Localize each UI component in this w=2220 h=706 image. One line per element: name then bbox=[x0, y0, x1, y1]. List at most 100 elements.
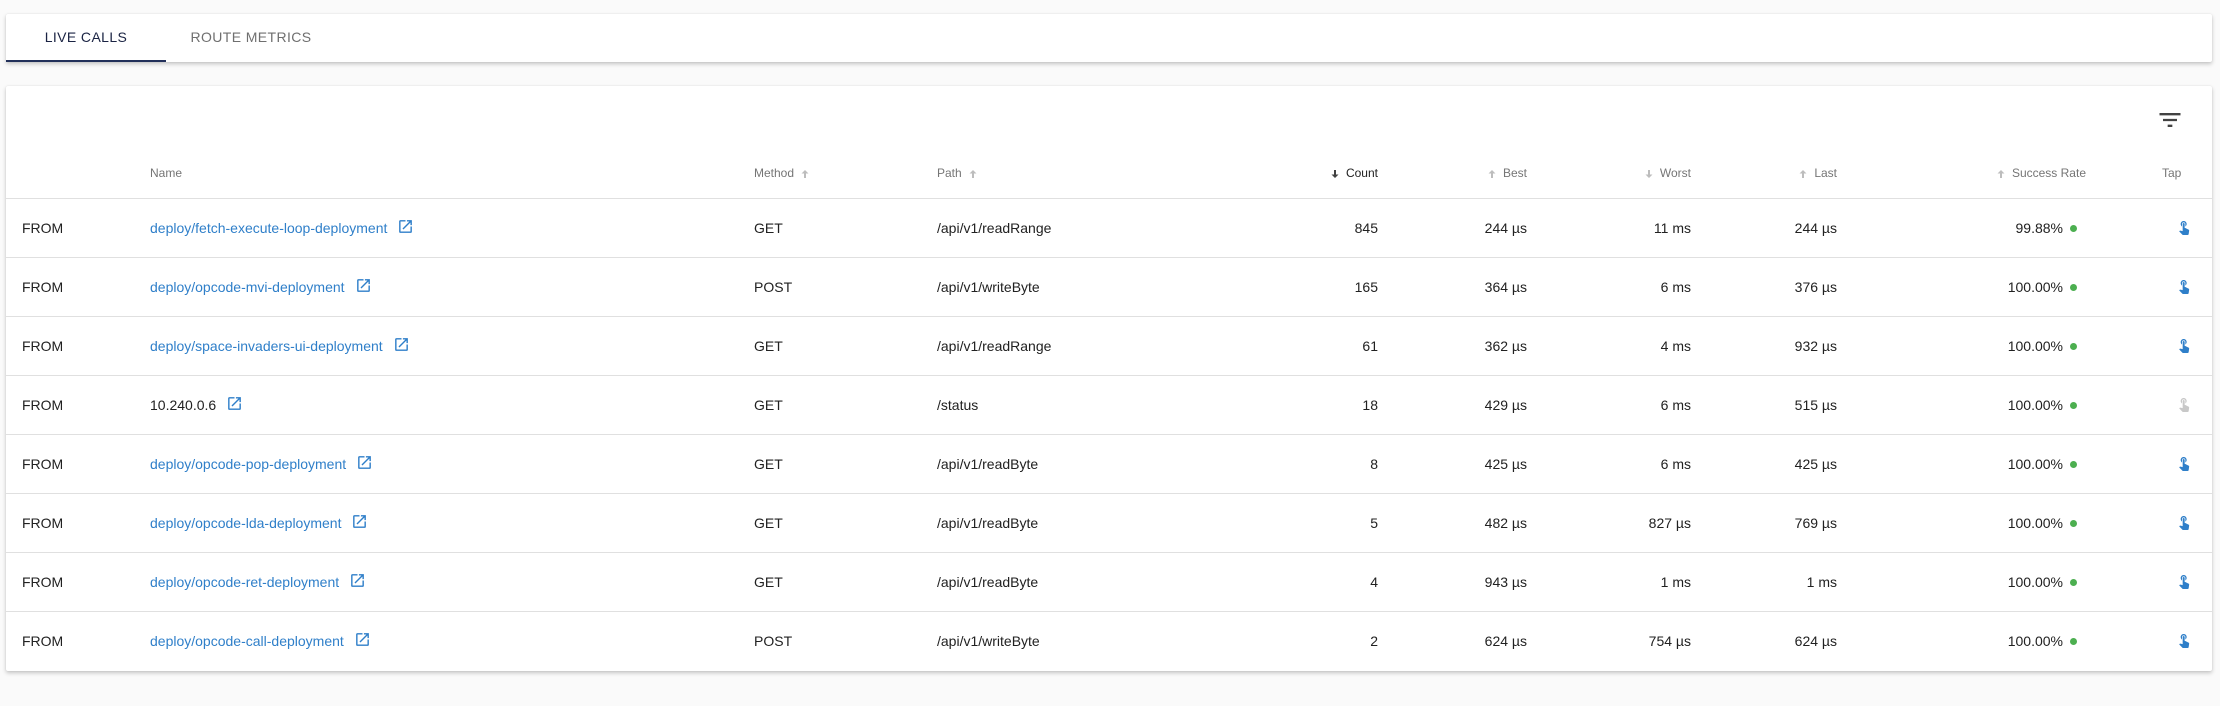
last-latency-cell: 1 ms bbox=[1806, 574, 1837, 590]
header-path[interactable]: Path bbox=[937, 159, 981, 199]
best-latency-cell: 362 µs bbox=[1484, 338, 1527, 354]
success-status-icon bbox=[2070, 578, 2077, 586]
best-latency-cell: 482 µs bbox=[1484, 515, 1527, 531]
direction-cell: FROM bbox=[22, 633, 64, 649]
open-in-new-icon[interactable] bbox=[393, 336, 410, 353]
path-cell: /api/v1/writeByte bbox=[937, 633, 1040, 649]
filter-icon[interactable] bbox=[2156, 106, 2184, 134]
tap-icon[interactable] bbox=[2176, 632, 2192, 648]
table-row: FROM deploy/opcode-ret-deployment GET/api/… bbox=[6, 553, 2212, 612]
direction-cell: FROM bbox=[22, 397, 64, 413]
best-latency-cell: 624 µs bbox=[1484, 633, 1527, 649]
method-cell: POST bbox=[754, 279, 793, 295]
resource-name[interactable]: deploy/opcode-pop-deployment bbox=[150, 456, 346, 472]
success-rate-cell: 100.00% bbox=[2008, 553, 2077, 611]
open-in-new-icon[interactable] bbox=[351, 513, 368, 530]
success-rate-value: 100.00% bbox=[2007, 279, 2063, 295]
count-cell: 8 bbox=[1370, 456, 1378, 472]
last-latency-cell: 425 µs bbox=[1794, 456, 1837, 472]
last-latency-cell: 376 µs bbox=[1794, 279, 1837, 295]
table-row: FROM deploy/opcode-mvi-deployment POST/api… bbox=[6, 258, 2212, 317]
success-status-icon bbox=[2070, 283, 2077, 291]
resource-name[interactable]: deploy/opcode-call-deployment bbox=[150, 633, 344, 649]
header-count[interactable]: Count bbox=[1327, 159, 1378, 199]
success-rate-cell: 99.88% bbox=[2016, 199, 2077, 257]
last-latency-cell: 932 µs bbox=[1794, 338, 1837, 354]
success-rate-cell: 100.00% bbox=[2008, 258, 2077, 316]
resource-name[interactable]: deploy/space-invaders-ui-deployment bbox=[150, 338, 383, 354]
table-header: Name Method Path Count Best Worst Last S… bbox=[6, 159, 2212, 199]
tap-icon bbox=[2179, 398, 2190, 412]
count-cell: 5 bbox=[1370, 515, 1378, 531]
header-best[interactable]: Best bbox=[1484, 159, 1527, 199]
resource-name[interactable]: deploy/fetch-execute-loop-deployment bbox=[150, 220, 387, 236]
table-row: FROM deploy/space-invaders-ui-deployment G… bbox=[6, 317, 2212, 376]
tab-live-calls[interactable]: LIVE CALLS bbox=[6, 14, 166, 62]
header-tap: Tap bbox=[2162, 166, 2182, 180]
resource-name[interactable]: deploy/opcode-ret-deployment bbox=[150, 574, 339, 590]
success-rate-value: 100.00% bbox=[2007, 633, 2063, 649]
name-cell: deploy/opcode-mvi-deployment bbox=[150, 258, 372, 316]
arrow-down-icon bbox=[1645, 169, 1653, 178]
open-in-new-icon[interactable] bbox=[349, 572, 366, 589]
best-latency-cell: 364 µs bbox=[1484, 279, 1527, 295]
worst-latency-cell: 827 µs bbox=[1648, 515, 1691, 531]
success-rate-value: 99.88% bbox=[2015, 220, 2063, 236]
method-cell: GET bbox=[754, 515, 783, 531]
tap-icon[interactable] bbox=[2176, 278, 2192, 294]
header-success-rate-label: Success Rate bbox=[2011, 166, 2086, 180]
success-rate-value: 100.00% bbox=[2007, 397, 2063, 413]
last-latency-cell: 624 µs bbox=[1794, 633, 1837, 649]
header-worst[interactable]: Worst bbox=[1641, 159, 1691, 199]
best-latency-cell: 943 µs bbox=[1484, 574, 1527, 590]
open-in-new-icon[interactable] bbox=[354, 631, 371, 648]
success-rate-value: 100.00% bbox=[2007, 574, 2063, 590]
table-row: FROM 10.240.0.6 GET/status 18 429 µs 6 ms 515 … bbox=[6, 376, 2212, 435]
open-in-new-icon[interactable] bbox=[397, 218, 414, 235]
direction-cell: FROM bbox=[22, 574, 64, 590]
table-row: FROM deploy/fetch-execute-loop-deployment… bbox=[6, 199, 2212, 258]
success-rate-cell: 100.00% bbox=[2008, 494, 2077, 552]
path-cell: /api/v1/writeByte bbox=[937, 279, 1040, 295]
table-row: FROM deploy/opcode-call-deployment POST/ap… bbox=[6, 612, 2212, 671]
tap-icon[interactable] bbox=[2176, 455, 2192, 471]
success-status-icon bbox=[2070, 401, 2077, 409]
header-method[interactable]: Method bbox=[754, 159, 813, 199]
name-cell: deploy/fetch-execute-loop-deployment bbox=[150, 199, 414, 257]
open-in-new-icon[interactable] bbox=[356, 454, 373, 471]
open-in-new-icon[interactable] bbox=[226, 395, 243, 412]
last-latency-cell: 769 µs bbox=[1794, 515, 1837, 531]
arrow-up-icon bbox=[969, 169, 977, 178]
success-status-icon bbox=[2070, 342, 2077, 350]
tab-route-metrics[interactable]: ROUTE METRICS bbox=[166, 14, 336, 62]
best-latency-cell: 244 µs bbox=[1484, 220, 1527, 236]
header-count-label: Count bbox=[1345, 166, 1378, 180]
tap-icon[interactable] bbox=[2176, 514, 2192, 530]
direction-cell: FROM bbox=[22, 456, 64, 472]
header-success-rate[interactable]: Success Rate bbox=[1993, 159, 2086, 199]
name-cell: deploy/space-invaders-ui-deployment bbox=[150, 317, 410, 375]
open-in-new-icon[interactable] bbox=[355, 277, 372, 294]
count-cell: 165 bbox=[1354, 279, 1378, 295]
count-cell: 61 bbox=[1362, 338, 1378, 354]
count-cell: 4 bbox=[1370, 574, 1378, 590]
resource-name[interactable]: deploy/opcode-lda-deployment bbox=[150, 515, 341, 531]
worst-latency-cell: 1 ms bbox=[1660, 574, 1691, 590]
method-cell: GET bbox=[754, 338, 783, 354]
header-name[interactable]: Name bbox=[150, 159, 182, 199]
name-cell: deploy/opcode-pop-deployment bbox=[150, 435, 373, 493]
name-cell: deploy/opcode-ret-deployment bbox=[150, 553, 366, 611]
worst-latency-cell: 754 µs bbox=[1648, 633, 1691, 649]
success-rate-cell: 100.00% bbox=[2008, 317, 2077, 375]
arrow-up-icon bbox=[801, 169, 809, 178]
method-cell: GET bbox=[754, 397, 783, 413]
tap-icon[interactable] bbox=[2176, 337, 2192, 353]
resource-name: 10.240.0.6 bbox=[150, 397, 217, 413]
tap-icon[interactable] bbox=[2176, 219, 2192, 235]
resource-name[interactable]: deploy/opcode-mvi-deployment bbox=[150, 279, 345, 295]
header-last[interactable]: Last bbox=[1795, 159, 1837, 199]
path-cell: /api/v1/readRange bbox=[937, 220, 1052, 236]
arrow-down-icon bbox=[1331, 169, 1339, 178]
method-cell: GET bbox=[754, 456, 783, 472]
tap-icon[interactable] bbox=[2176, 573, 2192, 589]
